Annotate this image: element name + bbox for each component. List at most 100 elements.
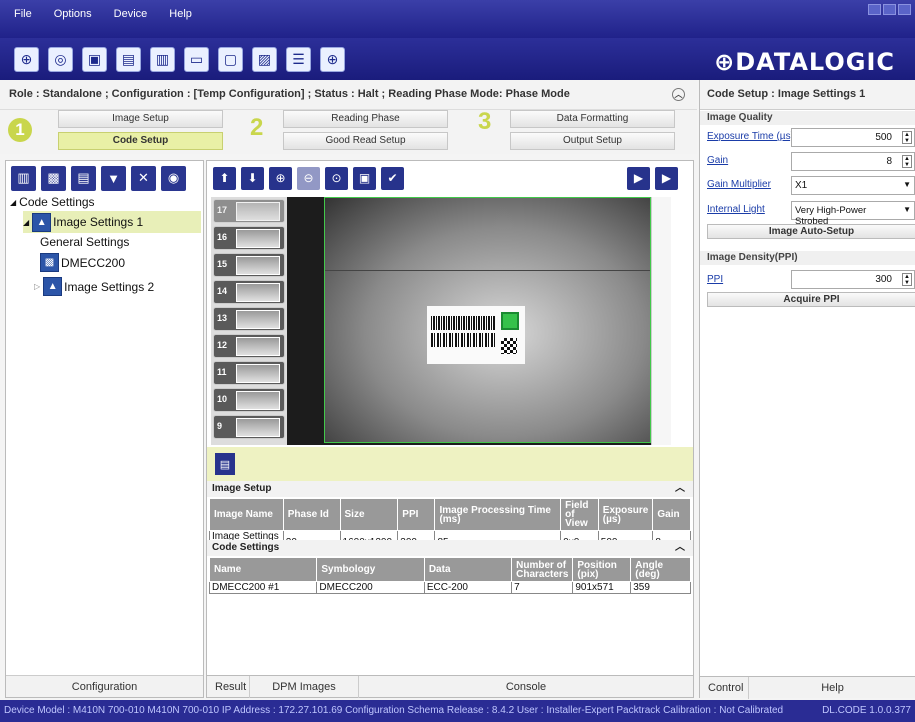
network-icon[interactable]: ▥: [150, 46, 175, 72]
play-icon[interactable]: ▶: [627, 166, 650, 190]
gain-multiplier-label[interactable]: Gain Multiplier: [707, 179, 771, 190]
image-density-section[interactable]: Image Density(PPI): [700, 251, 915, 265]
home-icon[interactable]: ⊕: [14, 46, 39, 72]
column-header[interactable]: Angle (deg): [630, 557, 691, 582]
column-header[interactable]: Field of View: [560, 498, 599, 531]
exposure-time-field[interactable]: 500 ▲ ▼: [791, 128, 915, 147]
thumbnail[interactable]: 17: [213, 199, 285, 223]
thumbnail[interactable]: 12: [213, 334, 285, 358]
postal-code-icon[interactable]: ▤: [71, 165, 96, 191]
tree-image-settings-1[interactable]: ◢ ▲ Image Settings 1: [23, 211, 201, 233]
zoom-out-icon[interactable]: ⊖: [297, 166, 320, 190]
thumbnail[interactable]: 10: [213, 388, 285, 412]
column-header[interactable]: Image Processing Time (ms): [434, 498, 562, 531]
target-icon[interactable]: ⊕: [320, 46, 345, 72]
collapse-icon[interactable]: ︿: [675, 481, 685, 497]
expand-icon[interactable]: ◢: [23, 218, 29, 227]
maximize-button[interactable]: [883, 4, 896, 15]
list-icon[interactable]: ☰: [286, 46, 311, 72]
close-button[interactable]: [898, 4, 911, 15]
table-row[interactable]: DMECC200 #1 DMECC200 ECC-200 7 901x571 3…: [208, 581, 691, 594]
gain-multiplier-select[interactable]: X1 ▼: [791, 176, 915, 195]
check-icon[interactable]: ✔: [381, 166, 404, 190]
thumbnail[interactable]: 15: [213, 253, 285, 277]
filter-icon[interactable]: ▼: [101, 165, 126, 191]
expand-icon[interactable]: ◢: [10, 198, 16, 207]
thumbnail[interactable]: 11: [213, 361, 285, 385]
output-setup-button[interactable]: Output Setup: [510, 132, 675, 150]
barcode-icon[interactable]: ▥: [11, 165, 36, 191]
internal-light-select[interactable]: Very High-Power Strobed ▼: [791, 201, 915, 227]
good-read-setup-button[interactable]: Good Read Setup: [283, 132, 448, 150]
column-header[interactable]: Size: [339, 498, 399, 531]
column-header[interactable]: Symbology: [316, 557, 425, 582]
image-viewer[interactable]: [287, 197, 671, 445]
column-header[interactable]: Name: [208, 557, 318, 582]
menu-options[interactable]: Options: [54, 8, 92, 20]
chevron-down-icon[interactable]: ▼: [903, 180, 911, 189]
gain-field[interactable]: 8 ▲ ▼: [791, 152, 915, 171]
spinner-icon[interactable]: ▲ ▼: [902, 273, 912, 286]
column-header[interactable]: Position (pix): [572, 557, 632, 582]
column-header[interactable]: Exposure (µs): [597, 498, 654, 531]
spinner-icon[interactable]: ▲ ▼: [902, 155, 912, 168]
spinner-icon[interactable]: ▲ ▼: [902, 131, 912, 144]
window-icon[interactable]: ▭: [184, 46, 209, 72]
settings-icon[interactable]: ▤: [116, 46, 141, 72]
tab-control[interactable]: Control: [708, 677, 743, 699]
column-header[interactable]: Data: [423, 557, 513, 582]
minimize-button[interactable]: [868, 4, 881, 15]
exposure-time-label[interactable]: Exposure Time (µs): [707, 131, 794, 142]
column-header[interactable]: Phase Id: [282, 498, 341, 531]
configuration-tab[interactable]: Configuration: [6, 675, 203, 697]
collapsed-icon[interactable]: ▷: [34, 282, 40, 291]
acquire-ppi-button[interactable]: Acquire PPI: [707, 292, 915, 307]
datamatrix-icon[interactable]: ▩: [41, 165, 66, 191]
tree-general-settings[interactable]: General Settings: [40, 235, 129, 249]
gain-label[interactable]: Gain: [707, 155, 728, 166]
code-settings-section[interactable]: Code Settings ︿: [207, 540, 693, 556]
reading-phase-button[interactable]: Reading Phase: [283, 110, 448, 128]
image-icon[interactable]: ▨: [252, 46, 277, 72]
zoom-fit-icon[interactable]: ⊙: [325, 166, 348, 190]
code-setup-button[interactable]: Code Setup: [58, 132, 223, 150]
thumbnail[interactable]: 9: [213, 415, 285, 439]
add-device-icon[interactable]: ▣: [82, 46, 107, 72]
report-icon[interactable]: ▤: [215, 453, 235, 475]
arrow-up-icon[interactable]: ⬆: [213, 166, 236, 190]
image-setup-button[interactable]: Image Setup: [58, 110, 223, 128]
delete-icon[interactable]: ✕: [131, 165, 156, 191]
thumbnail[interactable]: 16: [213, 226, 285, 250]
column-header[interactable]: Number of Characters: [511, 557, 574, 582]
image-quality-section[interactable]: Image Quality: [700, 111, 915, 125]
ppi-field[interactable]: 300 ▲ ▼: [791, 270, 915, 289]
column-header[interactable]: Gain: [652, 498, 691, 531]
image-auto-setup-button[interactable]: Image Auto-Setup: [707, 224, 915, 239]
column-header[interactable]: PPI: [397, 498, 436, 531]
collapse-icon[interactable]: ︿: [672, 88, 685, 101]
tree-image-settings-2[interactable]: ▷ ▲ Image Settings 2: [34, 277, 154, 296]
search-icon[interactable]: ◉: [161, 165, 186, 191]
thumbnail[interactable]: 14: [213, 280, 285, 304]
tab-result[interactable]: Result: [215, 676, 246, 698]
tree-root[interactable]: ◢ Code Settings: [10, 195, 95, 209]
tab-dpm-images-database[interactable]: DPM Images Database: [249, 676, 359, 715]
camera-icon[interactable]: ◎: [48, 46, 73, 72]
menu-help[interactable]: Help: [169, 8, 192, 20]
zoom-in-icon[interactable]: ⊕: [269, 166, 292, 190]
internal-light-label[interactable]: Internal Light: [707, 204, 765, 215]
menu-device[interactable]: Device: [114, 8, 148, 20]
tab-help[interactable]: Help: [748, 677, 915, 699]
viewer-scrollbar[interactable]: [651, 197, 671, 445]
step-icon[interactable]: ▶: [655, 166, 678, 190]
data-formatting-button[interactable]: Data Formatting: [510, 110, 675, 128]
collapse-icon[interactable]: ︿: [675, 540, 685, 556]
tree-dmecc200[interactable]: ▩ DMECC200: [40, 253, 125, 272]
image-setup-section[interactable]: Image Setup ︿: [207, 481, 693, 497]
chevron-down-icon[interactable]: ▼: [903, 205, 911, 214]
thumbnail[interactable]: 13: [213, 307, 285, 331]
column-header[interactable]: Image Name: [209, 498, 284, 531]
menu-file[interactable]: File: [14, 8, 32, 20]
tab-console[interactable]: Console: [359, 676, 693, 698]
arrow-down-icon[interactable]: ⬇: [241, 166, 264, 190]
